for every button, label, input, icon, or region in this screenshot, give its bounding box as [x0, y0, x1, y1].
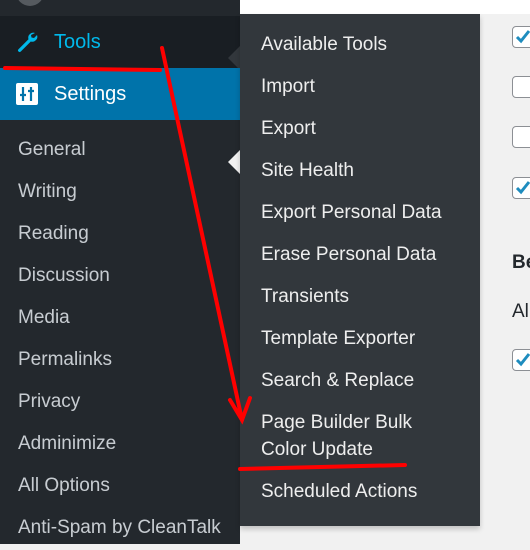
flyout-item-export[interactable]: Export — [240, 108, 480, 150]
flyout-item-erase-personal-data[interactable]: Erase Personal Data — [240, 234, 480, 276]
section-text: Al — [512, 301, 529, 322]
submenu-item-anti-spam[interactable]: Anti-Spam by CleanTalk — [0, 506, 240, 548]
flyout-item-transients[interactable]: Transients — [240, 276, 480, 318]
flyout-item-scheduled-actions[interactable]: Scheduled Actions — [240, 471, 480, 513]
wrench-icon — [14, 29, 40, 55]
section-heading: Be — [512, 252, 530, 273]
sidebar-top — [0, 0, 240, 16]
avatar — [16, 0, 44, 6]
flyout-item-template-exporter[interactable]: Template Exporter — [240, 318, 480, 360]
checkbox-4[interactable] — [512, 177, 530, 199]
submenu-item-discussion[interactable]: Discussion — [0, 254, 240, 296]
sidebar-item-label: Settings — [54, 82, 127, 105]
flyout-item-site-health[interactable]: Site Health — [240, 150, 480, 192]
content-top — [240, 0, 530, 14]
checkbox-3[interactable] — [512, 126, 530, 148]
checkbox-2[interactable] — [512, 76, 530, 98]
settings-submenu: General Writing Reading Discussion Media… — [0, 128, 240, 548]
sidebar-item-tools[interactable]: Tools — [0, 16, 240, 70]
flyout-item-available-tools[interactable]: Available Tools — [240, 14, 480, 66]
submenu-item-media[interactable]: Media — [0, 296, 240, 338]
admin-sidebar: Tools Settings General Writing Reading D… — [0, 0, 240, 544]
submenu-item-adminimize[interactable]: Adminimize — [0, 422, 240, 464]
submenu-item-general[interactable]: General — [0, 128, 240, 170]
flyout-item-search-replace[interactable]: Search & Replace — [240, 360, 480, 402]
flyout-item-page-builder-bulk-color-update[interactable]: Page Builder Bulk Color Update — [240, 402, 421, 471]
submenu-item-permalinks[interactable]: Permalinks — [0, 338, 240, 380]
checkbox-5[interactable] — [512, 349, 530, 371]
submenu-item-privacy[interactable]: Privacy — [0, 380, 240, 422]
settings-sliders-icon — [14, 81, 40, 107]
checkbox-1[interactable] — [512, 26, 530, 48]
flyout-item-export-personal-data[interactable]: Export Personal Data — [240, 192, 480, 234]
sidebar-item-settings[interactable]: Settings — [0, 68, 240, 174]
submenu-item-writing[interactable]: Writing — [0, 170, 240, 212]
submenu-item-reading[interactable]: Reading — [0, 212, 240, 254]
flyout-item-import[interactable]: Import — [240, 66, 480, 108]
sidebar-item-label: Tools — [54, 30, 101, 53]
submenu-item-all-options[interactable]: All Options — [0, 464, 240, 506]
flyout-pointer — [228, 46, 240, 70]
tools-flyout-menu: Available Tools Import Export Site Healt… — [240, 14, 480, 526]
